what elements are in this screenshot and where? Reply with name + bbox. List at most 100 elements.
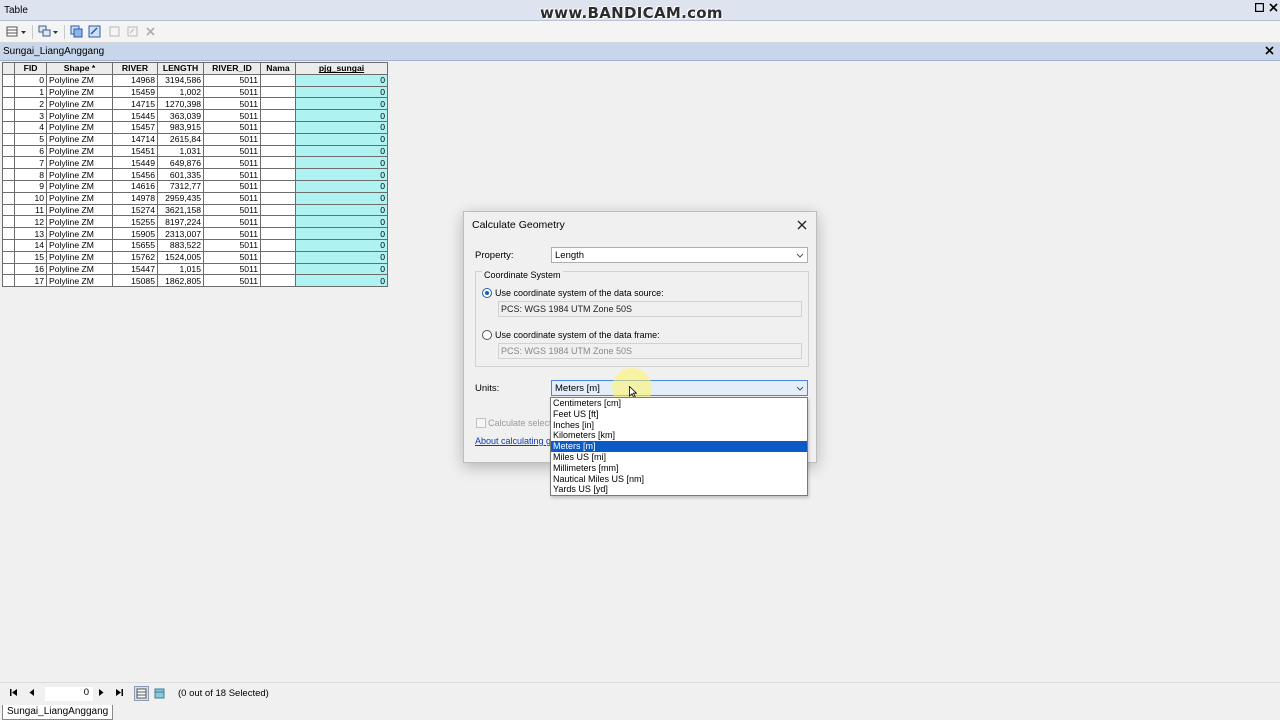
cell-length[interactable]: 1,015 xyxy=(157,262,204,276)
cell-river[interactable]: 15905 xyxy=(112,227,158,240)
next-record-icon[interactable] xyxy=(97,688,105,699)
cell-pjg-sungai[interactable]: 0 xyxy=(295,97,388,111)
maximize-icon[interactable] xyxy=(1253,2,1265,15)
cell-river-id[interactable]: 5011 xyxy=(203,85,261,99)
close-icon[interactable] xyxy=(797,216,807,233)
row-selector[interactable] xyxy=(2,262,15,276)
table-row[interactable]: 3 Polyline ZM 15445 363,039 5011 0 xyxy=(2,109,388,122)
cell-shape[interactable]: Polyline ZM xyxy=(46,85,113,99)
cell-length[interactable]: 601,335 xyxy=(157,168,204,181)
table-row[interactable]: 17 Polyline ZM 15085 1862,805 5011 0 xyxy=(2,274,388,288)
cell-fid[interactable]: 6 xyxy=(14,144,47,158)
cell-length[interactable]: 363,039 xyxy=(157,109,204,122)
property-dropdown[interactable]: Length xyxy=(551,247,808,263)
cell-pjg-sungai[interactable]: 0 xyxy=(295,168,388,181)
cell-fid[interactable]: 4 xyxy=(14,120,47,134)
cell-shape[interactable]: Polyline ZM xyxy=(46,109,113,122)
cell-river[interactable]: 15447 xyxy=(112,262,158,276)
cell-shape[interactable]: Polyline ZM xyxy=(46,73,113,87)
table-row[interactable]: 2 Polyline ZM 14715 1270,398 5011 0 xyxy=(2,97,388,111)
source-cs-radio-label[interactable]: Use coordinate system of the data source… xyxy=(495,288,664,298)
cell-nama[interactable] xyxy=(260,203,296,217)
about-calculating-link[interactable]: About calculating g xyxy=(475,436,551,446)
table-row[interactable]: 10 Polyline ZM 14978 2959,435 5011 0 xyxy=(2,191,388,205)
table-row[interactable]: 14 Polyline ZM 15655 883,522 5011 0 xyxy=(2,238,388,252)
row-selector[interactable] xyxy=(2,156,15,170)
cell-river-id[interactable]: 5011 xyxy=(203,179,261,193)
cell-shape[interactable]: Polyline ZM xyxy=(46,262,113,276)
cell-river[interactable]: 15274 xyxy=(112,203,158,217)
table-row[interactable]: 15 Polyline ZM 15762 1524,005 5011 0 xyxy=(2,250,388,264)
cell-shape[interactable]: Polyline ZM xyxy=(46,238,113,252)
close-icon[interactable] xyxy=(1265,44,1274,58)
cell-river-id[interactable]: 5011 xyxy=(203,109,261,122)
cell-nama[interactable] xyxy=(260,132,296,146)
row-selector[interactable] xyxy=(2,144,15,158)
table-row[interactable]: 9 Polyline ZM 14616 7312,77 5011 0 xyxy=(2,179,388,193)
cell-fid[interactable]: 12 xyxy=(14,215,47,229)
cell-shape[interactable]: Polyline ZM xyxy=(46,179,113,193)
cell-pjg-sungai[interactable]: 0 xyxy=(295,179,388,193)
table-options-icon[interactable] xyxy=(6,25,19,38)
cell-river[interactable]: 15459 xyxy=(112,85,158,99)
cell-pjg-sungai[interactable]: 0 xyxy=(295,144,388,158)
cell-nama[interactable] xyxy=(260,250,296,264)
cell-length[interactable]: 1862,805 xyxy=(157,274,204,288)
cell-river-id[interactable]: 5011 xyxy=(203,203,261,217)
cell-river-id[interactable]: 5011 xyxy=(203,132,261,146)
cell-nama[interactable] xyxy=(260,238,296,252)
cell-pjg-sungai[interactable]: 0 xyxy=(295,85,388,99)
cell-pjg-sungai[interactable]: 0 xyxy=(295,274,388,288)
cell-river[interactable]: 15085 xyxy=(112,274,158,288)
cell-river-id[interactable]: 5011 xyxy=(203,73,261,87)
cell-nama[interactable] xyxy=(260,97,296,111)
row-selector[interactable] xyxy=(2,238,15,252)
cell-river[interactable]: 14978 xyxy=(112,191,158,205)
cell-fid[interactable]: 8 xyxy=(14,168,47,181)
cell-pjg-sungai[interactable]: 0 xyxy=(295,132,388,146)
cell-fid[interactable]: 11 xyxy=(14,203,47,217)
cell-nama[interactable] xyxy=(260,227,296,240)
table-row[interactable]: 5 Polyline ZM 14714 2615,84 5011 0 xyxy=(2,132,388,146)
show-all-records-button[interactable] xyxy=(134,686,149,701)
units-option[interactable]: Miles US [mi] xyxy=(551,452,807,463)
cell-nama[interactable] xyxy=(260,109,296,122)
table-row[interactable]: 1 Polyline ZM 15459 1,002 5011 0 xyxy=(2,85,388,99)
cell-nama[interactable] xyxy=(260,191,296,205)
table-tab-name[interactable]: Sungai_LiangAnggang xyxy=(3,46,104,57)
column-header-river[interactable]: RIVER xyxy=(112,62,158,75)
cell-nama[interactable] xyxy=(260,168,296,181)
cell-nama[interactable] xyxy=(260,144,296,158)
cell-shape[interactable]: Polyline ZM xyxy=(46,120,113,134)
cell-shape[interactable]: Polyline ZM xyxy=(46,274,113,288)
cell-fid[interactable]: 9 xyxy=(14,179,47,193)
cell-pjg-sungai[interactable]: 0 xyxy=(295,109,388,122)
cell-fid[interactable]: 10 xyxy=(14,191,47,205)
row-selector[interactable] xyxy=(2,179,15,193)
units-option[interactable]: Meters [m] xyxy=(551,441,807,452)
cell-river[interactable]: 15255 xyxy=(112,215,158,229)
current-record-input[interactable]: 0 xyxy=(45,687,93,701)
units-option[interactable]: Nautical Miles US [nm] xyxy=(551,474,807,485)
select-by-attributes-icon[interactable] xyxy=(70,25,83,38)
cell-pjg-sungai[interactable]: 0 xyxy=(295,238,388,252)
cell-fid[interactable]: 2 xyxy=(14,97,47,111)
cell-river[interactable]: 14968 xyxy=(112,73,158,87)
first-record-icon[interactable] xyxy=(9,688,19,699)
frame-cs-radio[interactable] xyxy=(482,330,492,340)
table-row[interactable]: 16 Polyline ZM 15447 1,015 5011 0 xyxy=(2,262,388,276)
cell-river-id[interactable]: 5011 xyxy=(203,156,261,170)
cell-pjg-sungai[interactable]: 0 xyxy=(295,203,388,217)
table-row[interactable]: 12 Polyline ZM 15255 8197,224 5011 0 xyxy=(2,215,388,229)
cell-pjg-sungai[interactable]: 0 xyxy=(295,215,388,229)
cell-length[interactable]: 649,876 xyxy=(157,156,204,170)
table-row[interactable]: 8 Polyline ZM 15456 601,335 5011 0 xyxy=(2,168,388,181)
cell-nama[interactable] xyxy=(260,262,296,276)
cell-pjg-sungai[interactable]: 0 xyxy=(295,73,388,87)
units-option[interactable]: Feet US [ft] xyxy=(551,409,807,420)
row-selector[interactable] xyxy=(2,274,15,288)
row-selector-header[interactable] xyxy=(2,62,15,75)
cell-shape[interactable]: Polyline ZM xyxy=(46,215,113,229)
cell-river[interactable]: 15762 xyxy=(112,250,158,264)
cell-river-id[interactable]: 5011 xyxy=(203,238,261,252)
